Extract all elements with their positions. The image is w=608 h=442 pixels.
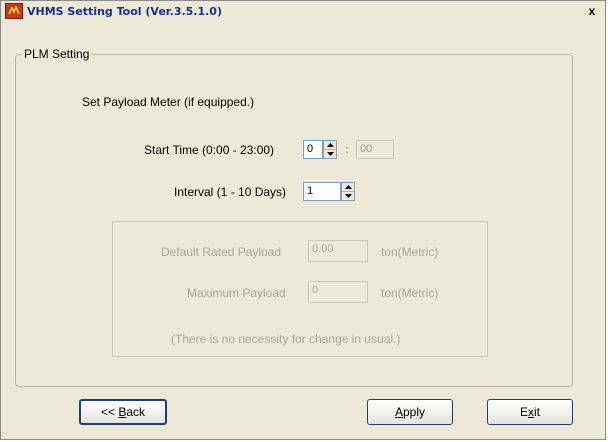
maximum-payload-unit: ton(Metric): [381, 286, 439, 300]
default-rated-payload-label: Default Rated Payload: [161, 245, 282, 259]
back-button-rest: ack: [126, 405, 146, 419]
payload-box: Default Rated Payload 0.00 ton(Metric) M…: [112, 221, 488, 357]
start-minute-field: 00: [356, 140, 394, 159]
spin-down-icon[interactable]: [324, 150, 336, 158]
apply-button-mnemonic: A: [394, 405, 403, 419]
payload-note: (There is no necessity for change in usu…: [171, 332, 401, 346]
back-button-mnemonic: B: [118, 405, 127, 419]
default-rated-payload-input[interactable]: 0.00: [308, 240, 368, 262]
exit-button-start: E: [519, 405, 528, 419]
back-button[interactable]: << Back: [79, 399, 167, 425]
maximum-payload-input[interactable]: 0: [308, 281, 368, 303]
start-hour-input[interactable]: 0: [303, 140, 323, 159]
exit-button-rest: it: [534, 405, 540, 419]
title-bar[interactable]: VHMS Setting Tool (Ver.3.5.1.0) x: [1, 1, 605, 21]
start-time-label: Start Time (0:00 - 23:00): [144, 143, 275, 157]
app-logo-icon: [5, 3, 23, 19]
interval-label: Interval (1 - 10 Days): [174, 185, 287, 199]
start-hour-spinner[interactable]: [323, 140, 337, 159]
apply-button[interactable]: Apply: [367, 399, 453, 425]
default-rated-payload-unit: ton(Metric): [381, 245, 439, 259]
time-separator: :: [345, 142, 349, 156]
plm-setting-group: PLM Setting Set Payload Meter (if equipp…: [15, 47, 573, 387]
settings-window: VHMS Setting Tool (Ver.3.5.1.0) x PLM Se…: [0, 0, 606, 440]
instruction-text: Set Payload Meter (if equipped.): [82, 95, 255, 109]
interval-spinner[interactable]: [341, 182, 355, 201]
back-button-prefix: <<: [100, 405, 119, 419]
close-icon[interactable]: x: [585, 4, 599, 18]
spin-up-icon[interactable]: [324, 141, 336, 150]
exit-button[interactable]: Ex it: [487, 399, 573, 425]
plm-setting-legend: PLM Setting: [24, 47, 90, 61]
window-title: VHMS Setting Tool (Ver.3.5.1.0): [27, 4, 222, 18]
spin-down-icon[interactable]: [342, 192, 354, 200]
maximum-payload-label: Maximum Payload: [187, 286, 286, 300]
apply-button-rest: pply: [403, 405, 426, 419]
interval-input[interactable]: 1: [303, 182, 341, 201]
spin-up-icon[interactable]: [342, 183, 354, 192]
